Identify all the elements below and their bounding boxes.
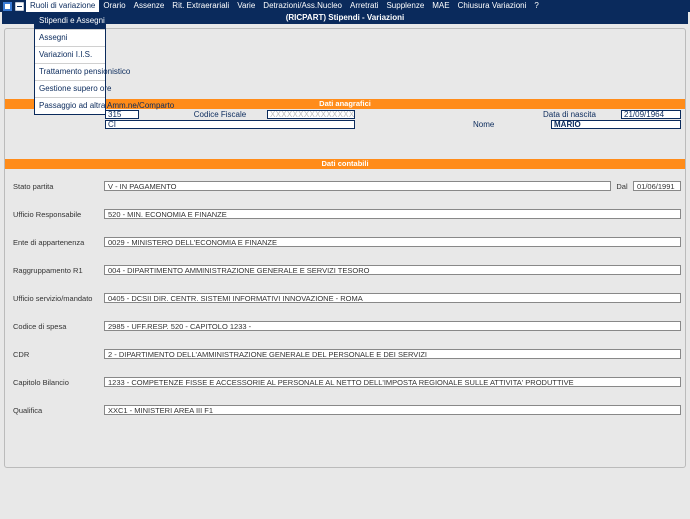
row-cdr: CDR 2 - DIPARTIMENTO DELL'AMMINISTRAZION… <box>9 349 681 359</box>
label-nome: Nome <box>471 120 541 129</box>
menu-ruoli-variazione[interactable]: Ruoli di variazione <box>26 0 99 12</box>
value-iscrizione: 315 <box>105 110 139 119</box>
label-qualifica: Qualifica <box>9 406 104 415</box>
menu-chiusura-variazioni[interactable]: Chiusura Variazioni <box>454 0 531 12</box>
dd-stipendi-assegni[interactable]: Stipendi e Assegni <box>35 13 105 30</box>
dropdown-ruoli-variazione: Stipendi e Assegni Assegni Variazioni I.… <box>34 12 106 115</box>
label-stato-partita: Stato partita <box>9 182 104 191</box>
menu-orario[interactable]: Orario <box>99 0 129 12</box>
label-stato-partita-dal: Dal <box>611 182 633 191</box>
menu-supplenze[interactable]: Supplenze <box>382 0 428 12</box>
input-stato-partita-dal[interactable]: 01/06/1991 <box>633 181 681 191</box>
menu-detrazioni[interactable]: Detrazioni/Ass.Nucleo <box>259 0 346 12</box>
row-stato-partita: Stato partita V - IN PAGAMENTO Dal 01/06… <box>9 181 681 191</box>
dd-passaggio-altra-amm[interactable]: Passaggio ad altra Amm.ne/Comparto <box>35 98 105 114</box>
anagrafici-panel: Iscriz 315 Codice Fiscale XXXXXXXXXXXXXX… <box>5 109 685 129</box>
label-cognome: Cogn <box>9 120 27 129</box>
input-ufficio-servizio[interactable]: 0405 - DCSII DIR. CENTR. SISTEMI INFORMA… <box>104 293 681 303</box>
input-ente-appartenenza[interactable]: 0029 - MINISTERO DELL'ECONOMIA E FINANZE <box>104 237 681 247</box>
menubar: Ruoli di variazione Orario Assenze Rit. … <box>0 0 690 12</box>
label-iscrizione: Iscriz <box>9 110 27 119</box>
label-capitolo-bilancio: Capitolo Bilancio <box>9 378 104 387</box>
menu-mae[interactable]: MAE <box>428 0 453 12</box>
row-qualifica: Qualifica XXC1 - MINISTERI AREA III F1 <box>9 405 681 415</box>
label-ufficio-responsabile: Ufficio Responsabile <box>9 210 104 219</box>
contabili-panel: Stato partita V - IN PAGAMENTO Dal 01/06… <box>5 181 685 415</box>
row-raggruppamento-r1: Raggruppamento R1 004 - DIPARTIMENTO AMM… <box>9 265 681 275</box>
system-menu-icon[interactable] <box>14 1 24 11</box>
row-ufficio-servizio: Ufficio servizio/mandato 0405 - DCSII DI… <box>9 293 681 303</box>
menu-assenze[interactable]: Assenze <box>130 0 169 12</box>
dd-assegni[interactable]: Assegni <box>35 30 105 47</box>
value-cognome: CI <box>105 120 355 129</box>
row-capitolo-bilancio: Capitolo Bilancio 1233 - COMPETENZE FISS… <box>9 377 681 387</box>
label-ufficio-servizio: Ufficio servizio/mandato <box>9 294 104 303</box>
input-capitolo-bilancio[interactable]: 1233 - COMPETENZE FISSE E ACCESSORIE AL … <box>104 377 681 387</box>
value-data-nascita: 21/09/1964 <box>621 110 681 119</box>
label-cdr: CDR <box>9 350 104 359</box>
dd-trattamento-pensionistico[interactable]: Trattamento pensionistico <box>35 64 105 81</box>
input-qualifica[interactable]: XXC1 - MINISTERI AREA III F1 <box>104 405 681 415</box>
row-ufficio-responsabile: Ufficio Responsabile 520 - MIN. ECONOMIA… <box>9 209 681 219</box>
menu-rit-extraerariali[interactable]: Rit. Extraerariali <box>168 0 233 12</box>
menu-arretrati[interactable]: Arretrati <box>346 0 382 12</box>
dd-gestione-supero-ore[interactable]: Gestione supero ore <box>35 81 105 98</box>
app-icon <box>2 1 12 11</box>
input-stato-partita[interactable]: V - IN PAGAMENTO <box>104 181 611 191</box>
menu-help[interactable]: ? <box>530 0 542 12</box>
value-nome: MARIO <box>551 120 681 129</box>
row-codice-spesa: Codice di spesa 2985 - UFF.RESP. 520 - C… <box>9 321 681 331</box>
input-codice-spesa[interactable]: 2985 - UFF.RESP. 520 - CAPITOLO 1233 - <box>104 321 681 331</box>
label-codice-fiscale: Codice Fiscale <box>189 110 249 119</box>
dd-variazioni-iis[interactable]: Variazioni I.I.S. <box>35 47 105 64</box>
label-data-nascita: Data di nascita <box>541 110 611 119</box>
label-raggruppamento-r1: Raggruppamento R1 <box>9 266 104 275</box>
row-ente-appartenenza: Ente di appartenenza 0029 - MINISTERO DE… <box>9 237 681 247</box>
value-codice-fiscale: XXXXXXXXXXXXXXXX <box>267 110 355 119</box>
label-codice-spesa: Codice di spesa <box>9 322 104 331</box>
input-cdr[interactable]: 2 - DIPARTIMENTO DELL'AMMINISTRAZIONE GE… <box>104 349 681 359</box>
main-panel: Dati anagrafici Iscriz 315 Codice Fiscal… <box>4 28 686 468</box>
input-ufficio-responsabile[interactable]: 520 - MIN. ECONOMIA E FINANZE <box>104 209 681 219</box>
menu-varie[interactable]: Varie <box>233 0 259 12</box>
label-ente-appartenenza: Ente di appartenenza <box>9 238 104 247</box>
input-raggruppamento-r1[interactable]: 004 - DIPARTIMENTO AMMINISTRAZIONE GENER… <box>104 265 681 275</box>
section-header-contabili: Dati contabili <box>5 159 685 169</box>
